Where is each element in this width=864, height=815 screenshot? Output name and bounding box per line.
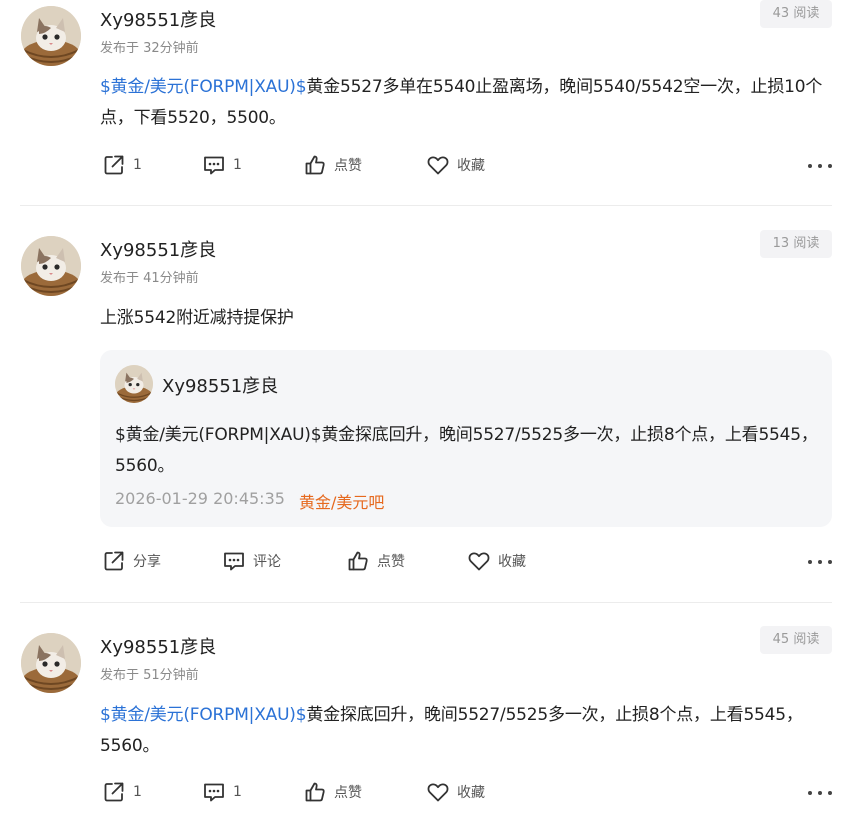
quoted-date: 2026-01-29 20:45:35 xyxy=(115,489,285,508)
quoted-username[interactable]: Xy98551彦良 xyxy=(162,372,278,398)
post-time: 发布于 51分钟前 xyxy=(100,668,199,683)
avatar[interactable] xyxy=(21,6,81,66)
like-button[interactable]: 点赞 xyxy=(303,150,362,180)
collect-label: 收藏 xyxy=(498,554,526,570)
comment-button[interactable]: 1 xyxy=(202,777,242,807)
quoted-post-card[interactable]: Xy98551彦良 $黄金/美元(FORPM|XAU)$黄金探底回升，晚间552… xyxy=(100,350,832,527)
heart-icon xyxy=(426,153,450,177)
share-button[interactable]: 1 xyxy=(102,777,142,807)
collect-button[interactable]: 收藏 xyxy=(426,150,485,180)
heart-icon xyxy=(467,549,491,573)
comment-icon xyxy=(202,153,226,177)
avatar[interactable] xyxy=(115,365,153,403)
share-icon xyxy=(102,780,126,804)
comment-button[interactable]: 评论 xyxy=(222,546,281,576)
like-label: 点赞 xyxy=(334,785,362,801)
forum-bar-link[interactable]: 黄金/美元吧 xyxy=(299,489,384,513)
comment-icon xyxy=(222,549,246,573)
comment-icon xyxy=(202,780,226,804)
share-count: 1 xyxy=(133,157,142,173)
action-bar: 1 1 点赞 收藏 xyxy=(0,777,864,807)
username[interactable]: Xy98551彦良 xyxy=(100,236,216,262)
heart-icon xyxy=(426,780,450,804)
feed-post: Xy98551彦良 发布于 32分钟前 43 阅读 $黄金/美元(FORPM|X… xyxy=(0,0,864,205)
avatar[interactable] xyxy=(21,633,81,693)
avatar[interactable] xyxy=(21,236,81,296)
share-button[interactable]: 分享 xyxy=(102,546,161,576)
collect-button[interactable]: 收藏 xyxy=(467,546,526,576)
share-icon xyxy=(102,153,126,177)
feed-post: Xy98551彦良 发布于 51分钟前 45 阅读 $黄金/美元(FORPM|X… xyxy=(0,603,864,815)
action-bar: 分享 评论 点赞 收藏 xyxy=(0,546,864,576)
share-label: 分享 xyxy=(133,554,161,570)
like-label: 点赞 xyxy=(334,158,362,174)
more-options-icon[interactable] xyxy=(808,156,832,176)
stock-tag-link[interactable]: $黄金/美元(FORPM|XAU)$ xyxy=(100,705,307,725)
like-label: 点赞 xyxy=(377,554,405,570)
action-bar: 1 1 点赞 收藏 xyxy=(0,150,864,180)
thumbs-up-icon xyxy=(303,780,327,804)
thumbs-up-icon xyxy=(303,153,327,177)
username[interactable]: Xy98551彦良 xyxy=(100,6,216,32)
more-options-icon[interactable] xyxy=(808,783,832,803)
post-time: 发布于 41分钟前 xyxy=(100,271,199,286)
read-count-badge: 45 阅读 xyxy=(760,626,832,654)
post-content[interactable]: $黄金/美元(FORPM|XAU)$黄金探底回升，晚间5527/5525多一次，… xyxy=(100,700,835,762)
read-count-badge: 43 阅读 xyxy=(760,0,832,28)
comment-label: 评论 xyxy=(253,554,281,570)
share-count: 1 xyxy=(133,784,142,800)
post-content[interactable]: 上涨5542附近减持提保护 xyxy=(100,303,835,334)
collect-button[interactable]: 收藏 xyxy=(426,777,485,807)
quoted-content: $黄金/美元(FORPM|XAU)$黄金探底回升，晚间5527/5525多一次，… xyxy=(115,420,820,482)
like-button[interactable]: 点赞 xyxy=(346,546,405,576)
post-time: 发布于 32分钟前 xyxy=(100,41,199,56)
collect-label: 收藏 xyxy=(457,785,485,801)
quoted-stock-tag: $黄金/美元(FORPM|XAU)$ xyxy=(115,425,322,445)
comment-count: 1 xyxy=(233,157,242,173)
share-icon xyxy=(102,549,126,573)
collect-label: 收藏 xyxy=(457,158,485,174)
read-count-badge: 13 阅读 xyxy=(760,230,832,258)
like-button[interactable]: 点赞 xyxy=(303,777,362,807)
more-options-icon[interactable] xyxy=(808,552,832,572)
comment-count: 1 xyxy=(233,784,242,800)
share-button[interactable]: 1 xyxy=(102,150,142,180)
post-content[interactable]: $黄金/美元(FORPM|XAU)$黄金5527多单在5540止盈离场，晚间55… xyxy=(100,72,835,134)
stock-tag-link[interactable]: $黄金/美元(FORPM|XAU)$ xyxy=(100,77,307,97)
thumbs-up-icon xyxy=(346,549,370,573)
username[interactable]: Xy98551彦良 xyxy=(100,633,216,659)
comment-button[interactable]: 1 xyxy=(202,150,242,180)
